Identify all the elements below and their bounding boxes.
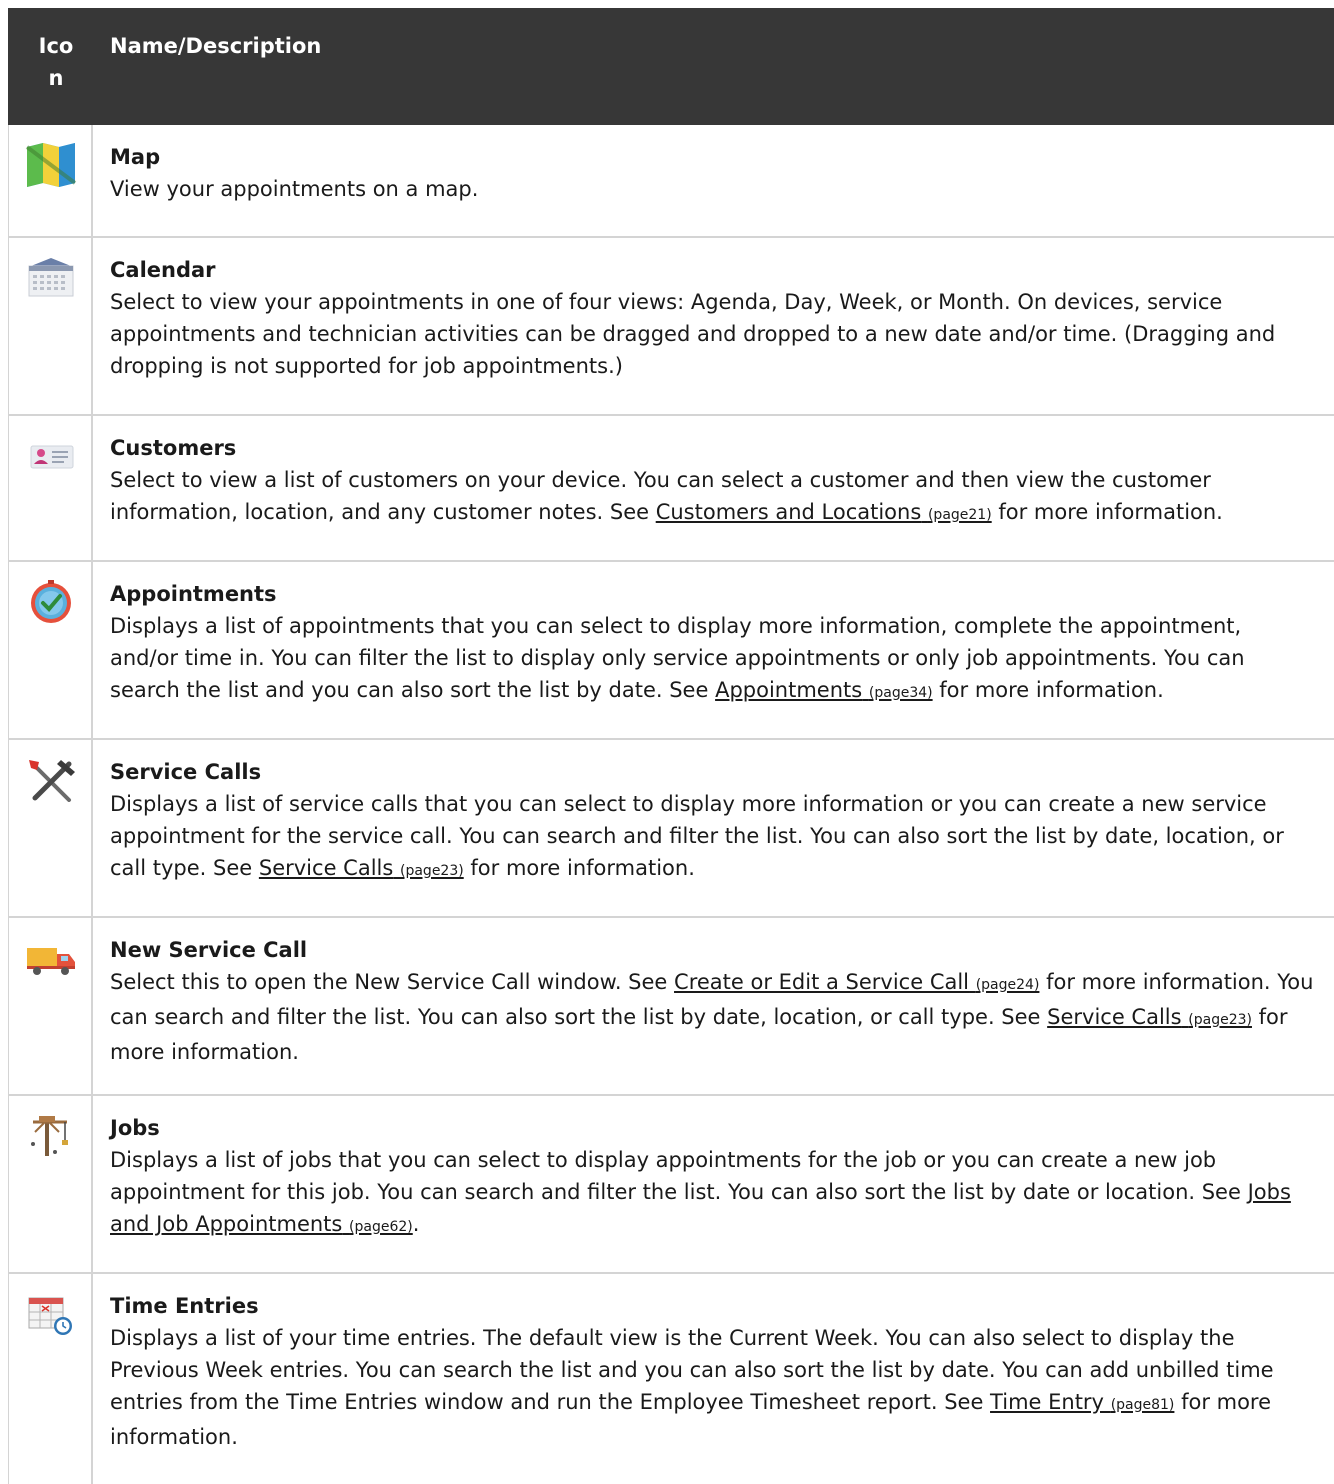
- table-row: New Service Call Select this to open the…: [8, 918, 1334, 1096]
- row-title: Time Entries: [110, 1294, 259, 1318]
- row-title: Jobs: [110, 1116, 160, 1140]
- cross-reference-link[interactable]: Customers and Locations (page21): [656, 500, 992, 524]
- row-description: View your appointments on a map.: [110, 177, 479, 201]
- table-row: Calendar Select to view your appointment…: [8, 238, 1334, 416]
- row-description: Displays a list of service calls that yo…: [110, 792, 1284, 880]
- row-title: New Service Call: [110, 938, 308, 962]
- row-title: Map: [110, 145, 161, 169]
- row-title: Appointments: [110, 582, 277, 606]
- table-row: Time Entries Displays a list of your tim…: [8, 1274, 1334, 1484]
- table-row: Map View your appointments on a map.: [8, 125, 1334, 238]
- icon-column-header: Icon: [38, 34, 74, 90]
- row-title: Customers: [110, 436, 237, 460]
- row-description: Displays a list of jobs that you can sel…: [110, 1148, 1291, 1236]
- table-row: Jobs Displays a list of jobs that you ca…: [8, 1096, 1334, 1274]
- name-column-header: Name/Description: [110, 34, 322, 58]
- table-row: Appointments Displays a list of appointm…: [8, 562, 1334, 740]
- row-description: Displays a list of appointments that you…: [110, 614, 1245, 702]
- row-description: Displays a list of your time entries. Th…: [110, 1326, 1274, 1449]
- cross-reference-link[interactable]: Service Calls (page23): [259, 856, 464, 880]
- row-title: Calendar: [110, 258, 216, 282]
- cross-reference-link[interactable]: Time Entry (page81): [990, 1390, 1174, 1414]
- row-title: Service Calls: [110, 760, 262, 784]
- cross-reference-link[interactable]: Appointments (page34): [715, 678, 933, 702]
- cross-reference-link[interactable]: Create or Edit a Service Call (page24): [674, 970, 1039, 994]
- cross-reference-link[interactable]: Service Calls (page23): [1047, 1005, 1252, 1029]
- row-description: Select to view your appointments in one …: [110, 290, 1276, 378]
- table-row: Customers Select to view a list of custo…: [8, 416, 1334, 562]
- row-description: Select this to open the New Service Call…: [110, 970, 1314, 1064]
- table-header: Icon Name/Description: [8, 8, 1334, 125]
- icon-table: Icon Name/Description Map View your appo…: [8, 8, 1334, 1484]
- table-row: Service Calls Displays a list of service…: [8, 740, 1334, 918]
- row-description: Select to view a list of customers on yo…: [110, 468, 1223, 524]
